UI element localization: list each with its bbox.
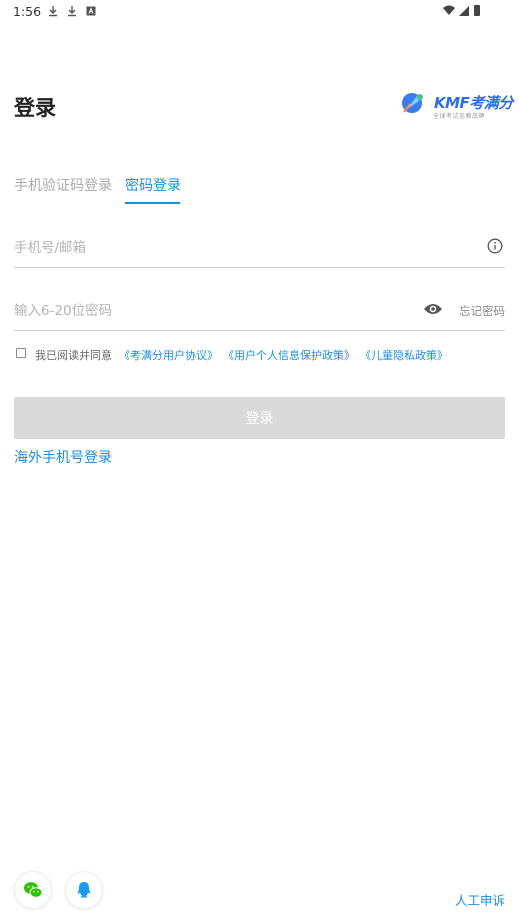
status-bar: 1:56 [0, 0, 519, 24]
active-tab-indicator [125, 202, 180, 204]
qq-login-button[interactable] [66, 872, 102, 908]
tab-password-login[interactable]: 密码登录 [125, 175, 181, 195]
brand-name: KMF考满分 [434, 94, 513, 112]
tab-sms-login[interactable]: 手机验证码登录 [14, 175, 112, 195]
login-button[interactable]: 登录 [14, 397, 505, 439]
password-input[interactable] [14, 291, 394, 331]
overseas-phone-login-link[interactable]: 海外手机号登录 [14, 447, 112, 467]
manual-appeal-link[interactable]: 人工申诉 [455, 890, 505, 909]
wechat-icon [24, 882, 43, 898]
user-agreement-link[interactable]: 《考满分用户协议》 [119, 347, 218, 363]
qq-icon [77, 882, 91, 898]
navigation-bar [0, 918, 519, 924]
password-field: 忘记密码 [14, 291, 505, 331]
status-indicators [443, 5, 480, 16]
agreement-checkbox[interactable] [16, 348, 26, 358]
account-field [14, 228, 505, 268]
app-notification-icon [86, 6, 96, 16]
login-screen: 1:56 登录 KMF考满分 全球考试信赖品牌 手机验证码登录 密码登录 手机号… [0, 0, 519, 924]
account-input[interactable] [14, 228, 394, 268]
forgot-password-link[interactable]: 忘记密码 [459, 303, 505, 319]
wifi-icon [443, 5, 455, 15]
wechat-login-button[interactable] [15, 872, 51, 908]
agreement-prefix: 我已阅读并同意 [35, 349, 112, 362]
brand-slogan: 全球考试信赖品牌 [433, 113, 486, 120]
eye-icon[interactable] [423, 302, 443, 316]
privacy-policy-link[interactable]: 《用户个人信息保护政策》 [223, 347, 355, 363]
signal-icon [459, 6, 469, 16]
download-icon [68, 6, 76, 17]
info-icon[interactable] [487, 238, 503, 254]
status-time: 1:56 [13, 4, 42, 19]
page-title: 登录 [14, 96, 56, 120]
download-icon [49, 6, 57, 17]
battery-icon [474, 5, 480, 16]
child-privacy-link[interactable]: 《儿童隐私政策》 [360, 347, 448, 363]
